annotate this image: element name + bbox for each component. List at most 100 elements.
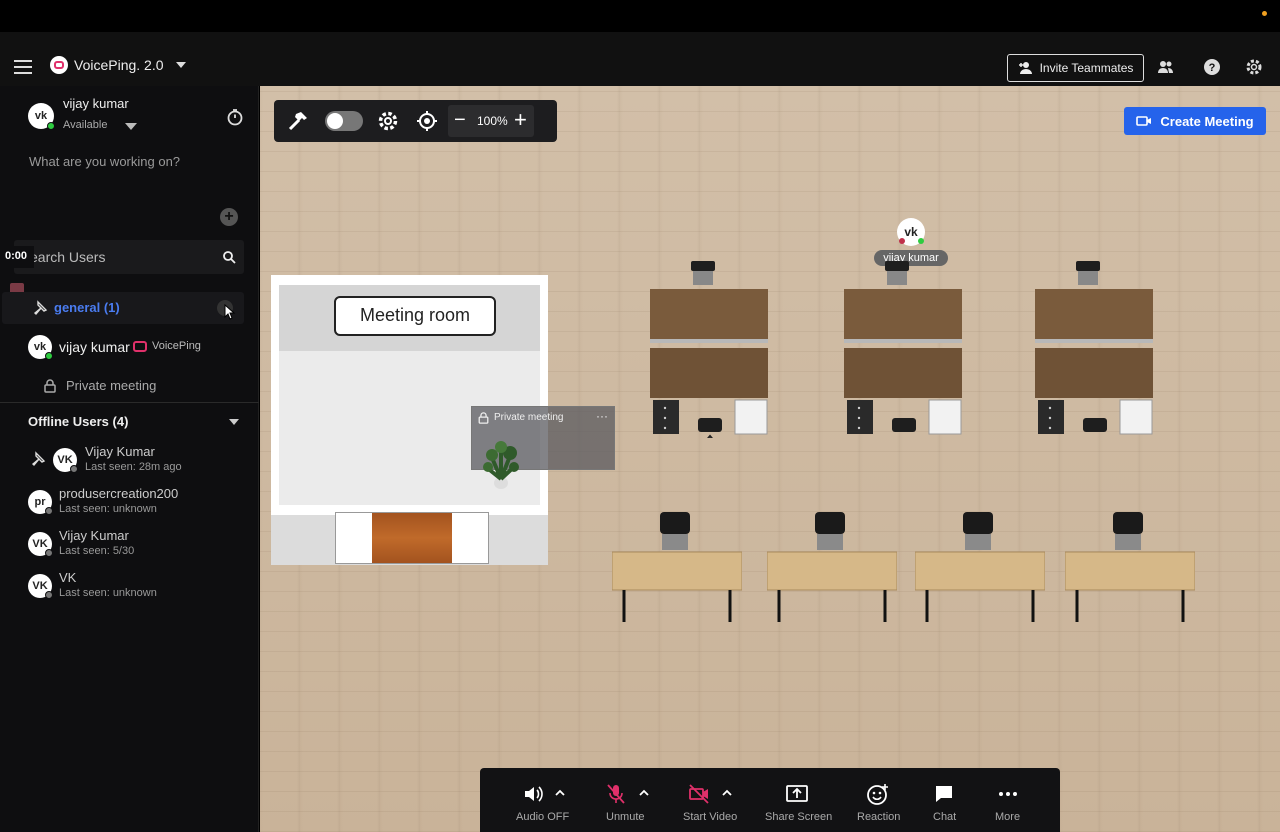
avatar: pr bbox=[28, 490, 53, 515]
door-panel bbox=[372, 513, 452, 563]
voiceping-logo-icon bbox=[50, 56, 68, 74]
more-button[interactable]: More bbox=[987, 768, 1027, 832]
bench-desk[interactable] bbox=[612, 510, 742, 625]
more-icon bbox=[999, 792, 1017, 796]
gear-icon[interactable] bbox=[1245, 58, 1265, 78]
share-screen-button[interactable]: Share Screen bbox=[763, 768, 833, 832]
channel-general[interactable]: general (1) bbox=[2, 292, 244, 324]
chevron-up-icon[interactable] bbox=[722, 788, 732, 798]
search-input[interactable]: earch Users bbox=[14, 240, 244, 274]
app-header: VoicePing. 2.0 Invite Teammates ? bbox=[0, 32, 1280, 86]
share-screen-label: Share Screen bbox=[765, 811, 833, 823]
map-toolbar: − 100% + bbox=[274, 100, 557, 142]
chat-icon bbox=[936, 786, 952, 802]
mic-muted-dot bbox=[899, 238, 905, 244]
workspace-selector[interactable]: VoicePing. 2.0 bbox=[50, 56, 186, 74]
working-on-input[interactable]: What are you working on? bbox=[14, 148, 244, 178]
list-item[interactable]: pr produsercreation200 Last seen: unknow… bbox=[0, 486, 259, 526]
audio-label: Audio OFF bbox=[516, 811, 570, 823]
member-name[interactable]: vijay kumar bbox=[59, 339, 130, 355]
offline-status-dot bbox=[45, 591, 53, 599]
user-name: Vijay Kumar bbox=[85, 444, 155, 459]
app-tag: VoicePing bbox=[133, 340, 201, 352]
title-strip bbox=[0, 0, 1280, 32]
profile-name: vijay kumar bbox=[63, 96, 129, 111]
app-tag-label: VoicePing bbox=[152, 340, 201, 352]
menu-icon[interactable] bbox=[14, 60, 32, 74]
list-item[interactable]: VK VK Last seen: unknown bbox=[0, 570, 259, 610]
online-status-dot bbox=[918, 238, 924, 244]
last-seen: Last seen: unknown bbox=[59, 587, 157, 599]
more-label: More bbox=[995, 811, 1021, 823]
office-map[interactable]: − 100% + Create Meeting Meeting room Pri… bbox=[260, 86, 1280, 832]
search-placeholder: earch Users bbox=[30, 249, 106, 265]
svg-text:?: ? bbox=[1209, 62, 1216, 74]
workspace-name: VoicePing. 2.0 bbox=[74, 57, 164, 73]
unmute-label: Unmute bbox=[606, 811, 645, 823]
private-meeting-room[interactable]: Private meeting bbox=[44, 378, 156, 393]
list-item[interactable]: VK Vijay Kumar Last seen: 5/30 bbox=[0, 528, 259, 568]
zoom-in-button[interactable]: + bbox=[514, 109, 527, 131]
hammer-icon[interactable] bbox=[286, 109, 310, 133]
avatar-initials: vk bbox=[34, 110, 48, 122]
chevron-down-icon bbox=[175, 62, 186, 68]
offline-status-dot bbox=[45, 507, 53, 515]
pin-icon[interactable] bbox=[32, 300, 48, 316]
video-camera-icon bbox=[1136, 116, 1152, 126]
timer-icon[interactable] bbox=[226, 108, 244, 126]
last-seen: Last seen: 28m ago bbox=[85, 461, 182, 473]
profile-status: Available bbox=[63, 119, 108, 131]
invite-label: Invite Teammates bbox=[1039, 61, 1134, 75]
private-meeting-label: Private meeting bbox=[494, 412, 564, 423]
chat-label: Chat bbox=[933, 811, 957, 823]
chat-button[interactable]: Chat bbox=[924, 768, 964, 832]
call-controls: Audio OFF Unmute Start Video Share Scree… bbox=[480, 768, 1060, 832]
reaction-button[interactable]: Reaction bbox=[853, 768, 903, 832]
unmute-button[interactable]: Unmute bbox=[598, 768, 658, 832]
avatar: VK bbox=[53, 448, 78, 473]
gear-icon[interactable] bbox=[376, 109, 400, 133]
emoji-icon bbox=[867, 784, 888, 805]
reaction-label: Reaction bbox=[857, 811, 901, 823]
users-icon[interactable] bbox=[1157, 58, 1177, 78]
start-video-button[interactable]: Start Video bbox=[680, 768, 744, 832]
invite-teammates-button[interactable]: Invite Teammates bbox=[1007, 54, 1144, 82]
zoom-out-button[interactable]: − bbox=[454, 110, 466, 130]
recording-time: 0:00 bbox=[0, 246, 34, 268]
offline-users-title[interactable]: Offline Users (4) bbox=[28, 414, 128, 429]
locate-icon[interactable] bbox=[415, 109, 439, 133]
edit-mode-toggle[interactable] bbox=[325, 111, 363, 131]
list-item[interactable]: VK Vijay Kumar Last seen: 28m ago bbox=[0, 444, 259, 484]
sidebar: vk vijay kumar Available What are you wo… bbox=[0, 86, 259, 832]
meeting-room-sign: Meeting room bbox=[334, 296, 496, 336]
audio-button[interactable]: Audio OFF bbox=[510, 768, 574, 832]
add-channel-icon[interactable]: + bbox=[220, 208, 238, 226]
search-icon bbox=[223, 251, 236, 264]
meeting-room-door[interactable] bbox=[335, 512, 489, 564]
more-options-icon[interactable]: ··· bbox=[596, 409, 608, 423]
bench-desk[interactable] bbox=[767, 510, 897, 625]
chevron-up-icon[interactable] bbox=[555, 788, 565, 798]
bench-desk[interactable] bbox=[915, 510, 1045, 625]
mouse-cursor-icon bbox=[224, 304, 236, 320]
desk-cluster[interactable] bbox=[839, 258, 965, 438]
add-user-icon bbox=[1018, 62, 1032, 74]
online-status-dot bbox=[45, 352, 53, 360]
desk-cluster[interactable] bbox=[645, 258, 771, 438]
pin-icon[interactable] bbox=[30, 451, 46, 467]
create-meeting-button[interactable]: Create Meeting bbox=[1124, 107, 1266, 135]
chevron-up-icon[interactable] bbox=[639, 788, 649, 798]
voiceping-icon bbox=[133, 340, 147, 352]
help-icon[interactable]: ? bbox=[1203, 58, 1223, 78]
plant-icon bbox=[483, 441, 519, 489]
bench-desk[interactable] bbox=[1065, 510, 1195, 625]
offline-status-dot bbox=[45, 549, 53, 557]
member-avatar[interactable]: vk bbox=[28, 335, 53, 360]
avatar[interactable]: vk bbox=[28, 103, 55, 130]
lock-icon bbox=[44, 378, 56, 393]
status-chevron-down-icon[interactable] bbox=[125, 123, 137, 130]
collapse-chevron-icon[interactable] bbox=[229, 419, 239, 425]
desk-cluster[interactable] bbox=[1030, 258, 1156, 438]
share-screen-icon bbox=[786, 785, 808, 802]
avatar: VK bbox=[28, 574, 53, 599]
